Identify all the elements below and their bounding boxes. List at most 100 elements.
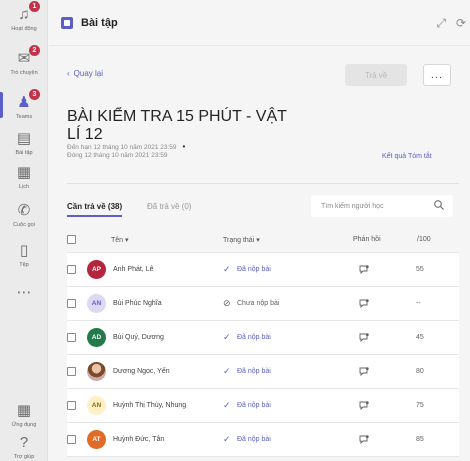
submission-status: ✓ Đã nộp bài (223, 435, 271, 444)
rail-item[interactable]: ✆ Cuộc gọi (0, 196, 48, 240)
rail-item-label: Bài tập (15, 150, 33, 156)
avatar: AN (87, 294, 106, 313)
score-value[interactable]: 75 (416, 402, 424, 409)
rail-item[interactable]: ♫ 1 Hoạt động (0, 0, 48, 44)
file-icon: ▯ (19, 242, 29, 259)
score-value[interactable]: -- (416, 300, 421, 307)
rail-item[interactable]: ▯ Tệp (0, 236, 48, 280)
not-submitted-icon: ⊘ (223, 298, 231, 308)
row-checkbox[interactable] (67, 333, 76, 342)
expand-icon[interactable]: ⤢ (436, 16, 446, 31)
return-button[interactable]: Trả về (345, 64, 407, 86)
header-name-label: Tên (111, 236, 124, 244)
app-rail: ♫ 1 Hoạt động ✉ 2 Trò chuyện ♟ 3 Teams ▤ Bài tập ▦ L… (0, 0, 48, 461)
header-feedback: Phản hồi (353, 236, 381, 243)
feedback-icon[interactable] (359, 400, 369, 411)
due-date: Đến hạn 12 tháng 10 năm 2021 23:59 (67, 144, 177, 151)
rail-item-label: Trợ giúp (13, 454, 35, 460)
status-label: Đã nộp bài (237, 402, 271, 409)
app-header: Bài tập ⤢ ⟳ (49, 0, 470, 46)
avatar (87, 362, 106, 381)
students-table: Tên ▾ Trạng thái ▾ Phản hồi /100 AP Anh P… (67, 227, 459, 457)
header-status-label: Trạng thái (223, 236, 255, 244)
student-name[interactable]: Bùi Quý, Dương (113, 334, 164, 341)
rail-item[interactable]: ? Trợ giúp (0, 428, 48, 461)
tab-returned[interactable]: Đã trả về (0) (147, 202, 191, 211)
close-date: Đóng 12 tháng 10 năm 2021 23:59 (67, 152, 168, 159)
submission-status: ✓ Đã nộp bài (223, 333, 271, 342)
phone-icon: ✆ (17, 202, 31, 219)
rail-item-label: Trò chuyện (10, 70, 38, 76)
assignments-icon: ▤ (16, 130, 32, 147)
search-input[interactable]: Tìm kiếm người học (311, 195, 453, 217)
table-row[interactable]: Dương Ngọc, Yến ✓ Đã nộp bài 80 (67, 355, 459, 389)
submission-status: ✓ Đã nộp bài (223, 367, 271, 376)
rail-item[interactable]: ✉ 2 Trò chuyện (0, 44, 48, 88)
rail-item-label: Cuộc gọi (13, 222, 35, 228)
feedback-icon[interactable] (359, 298, 369, 309)
row-checkbox[interactable] (67, 265, 76, 274)
notification-badge: 2 (29, 45, 40, 56)
feedback-icon[interactable] (359, 434, 369, 445)
rail-item-label: Teams (15, 114, 33, 120)
checkmark-icon: ✓ (223, 264, 231, 274)
student-name[interactable]: Anh Phát, Lê (113, 266, 153, 273)
header-status[interactable]: Trạng thái ▾ (223, 236, 260, 244)
student-name[interactable]: Bùi Phúc Nghĩa (113, 300, 162, 307)
status-label: Chưa nộp bài (237, 300, 280, 307)
score-value[interactable]: 55 (416, 266, 424, 273)
teams-icon: ♟ 3 (14, 89, 40, 112)
table-row[interactable]: AD Bùi Quý, Dương ✓ Đã nộp bài 45 (67, 321, 459, 355)
select-all-checkbox[interactable] (67, 235, 76, 244)
status-label: Đã nộp bài (237, 266, 271, 273)
main-panel: ‹ Quay lại Trả về ... BÀI KIỂM TRA 15 PH… (49, 47, 470, 461)
chevron-left-icon: ‹ (67, 69, 70, 78)
search-placeholder: Tìm kiếm người học (321, 202, 384, 210)
student-name[interactable]: Huỳnh Thị Thùy, Nhung (113, 402, 186, 409)
rail-item-label: Hoạt động (11, 26, 37, 32)
avatar: AD (87, 328, 106, 347)
assignments-app-icon (61, 16, 73, 29)
student-name[interactable]: Huỳnh Đức, Tân (113, 436, 164, 443)
assignment-title: BÀI KIỂM TRA 15 PHÚT - VẬT LÍ 12 (67, 108, 287, 143)
help-icon: ? (19, 433, 29, 451)
table-row[interactable]: AP Anh Phát, Lê ✓ Đã nộp bài 55 (67, 253, 459, 287)
score-value[interactable]: 45 (416, 334, 424, 341)
more-options-button[interactable]: ... (423, 64, 451, 86)
status-label: Đã nộp bài (237, 436, 271, 443)
avatar: AN (87, 396, 106, 415)
more-apps-icon: ⋯ (16, 284, 32, 301)
row-checkbox[interactable] (67, 435, 76, 444)
rail-item-label: Tệp (19, 262, 29, 268)
submission-status: ✓ Đã nộp bài (223, 265, 271, 274)
rail-item-label: Lịch (18, 184, 30, 190)
feedback-icon[interactable] (359, 366, 369, 377)
notification-badge: 1 (29, 1, 40, 12)
submission-status: ⊘ Chưa nộp bài (223, 299, 279, 308)
row-checkbox[interactable] (67, 367, 76, 376)
search-icon (434, 200, 444, 210)
table-row[interactable]: AN Bùi Phúc Nghĩa ⊘ Chưa nộp bài -- (67, 287, 459, 321)
avatar: AT (87, 430, 106, 449)
tab-to-return[interactable]: Cần trả về (38) (67, 202, 123, 217)
bell-icon: ♫ 1 (14, 1, 40, 24)
score-value[interactable]: 80 (416, 368, 424, 375)
score-value[interactable]: 85 (416, 436, 424, 443)
results-summary-link[interactable]: Kết quả Tóm tắt (382, 153, 432, 160)
avatar: AP (87, 260, 106, 279)
status-label: Đã nộp bài (237, 368, 271, 375)
header-name[interactable]: Tên ▾ (111, 236, 129, 244)
row-checkbox[interactable] (67, 401, 76, 410)
back-link[interactable]: ‹ Quay lại (67, 69, 103, 78)
feedback-icon[interactable] (359, 332, 369, 343)
apps-icon: ▦ (16, 402, 32, 419)
table-row[interactable]: AT Huỳnh Đức, Tân ✓ Đã nộp bài 85 (67, 423, 459, 457)
rail-item[interactable]: ⋯ (0, 278, 48, 322)
row-checkbox[interactable] (67, 299, 76, 308)
feedback-icon[interactable] (359, 264, 369, 275)
calendar-icon: ▦ (16, 164, 32, 181)
table-row[interactable]: AN Huỳnh Thị Thùy, Nhung ✓ Đã nộp bài 75 (67, 389, 459, 423)
student-name[interactable]: Dương Ngọc, Yến (113, 368, 170, 375)
due-info: Đến hạn 12 tháng 10 năm 2021 23:59 • Đóng… (67, 143, 185, 160)
refresh-icon[interactable]: ⟳ (456, 16, 466, 31)
